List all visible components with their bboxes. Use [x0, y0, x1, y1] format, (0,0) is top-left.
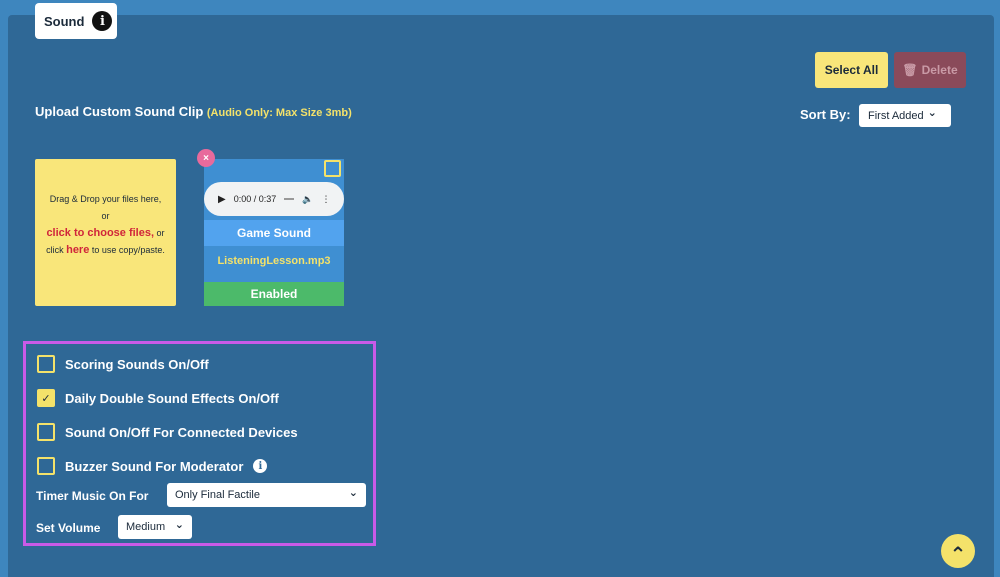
scroll-to-top-button[interactable]: ⌃ — [941, 534, 975, 568]
sort-selected-value: First Added — [868, 109, 924, 122]
info-icon[interactable]: i — [92, 11, 113, 31]
sound-card-name: Game Sound — [204, 220, 344, 246]
more-options-icon[interactable]: ⋮ — [321, 194, 330, 205]
timer-music-label: Timer Music On For — [36, 489, 149, 503]
chevron-down-icon: ⌄ — [348, 486, 358, 499]
upload-heading-text: Upload Custom Sound Clip — [35, 104, 204, 119]
sound-card-status[interactable]: Enabled — [204, 282, 344, 306]
dropzone-or: or — [154, 228, 165, 238]
dropzone-line2: or — [101, 211, 110, 221]
chevron-up-icon: ⌃ — [949, 543, 967, 566]
remove-sound-icon[interactable]: × — [197, 149, 215, 167]
option-label: Sound On/Off For Connected Devices — [65, 424, 298, 440]
option-scoring-sounds[interactable]: Scoring Sounds On/Off — [37, 355, 209, 373]
volume-value: Medium — [126, 521, 166, 533]
file-dropzone[interactable]: Drag & Drop your files here, or click to… — [35, 159, 176, 306]
option-label: Scoring Sounds On/Off — [65, 356, 209, 372]
checkbox-connected-devices[interactable] — [37, 423, 55, 441]
audio-time: 0:00 / 0:37 — [233, 194, 277, 204]
chevron-down-icon: ⌄ — [927, 107, 937, 119]
play-icon[interactable]: ▶ — [218, 194, 226, 205]
timer-music-value: Only Final Factile — [175, 489, 260, 501]
sort-label: Sort By: — [800, 107, 851, 122]
sort-select[interactable]: First Added ⌄ — [859, 104, 951, 127]
dropzone-line1: Drag & Drop your files here, — [49, 194, 162, 204]
paste-here-link[interactable]: here — [66, 244, 89, 256]
section-title-tab: Sound i — [35, 3, 117, 39]
sound-settings-box: Scoring Sounds On/Off ✓ Daily Double Sou… — [23, 341, 376, 546]
section-title: Sound — [44, 13, 85, 29]
upload-heading: Upload Custom Sound Clip (Audio Only: Ma… — [35, 104, 352, 119]
volume-select[interactable]: Medium ⌄ — [118, 515, 192, 539]
select-all-button[interactable]: Select All — [815, 52, 888, 88]
sound-card-checkbox[interactable] — [324, 160, 341, 177]
checkbox-daily-double[interactable]: ✓ — [37, 389, 55, 407]
audio-player[interactable]: ▶ 0:00 / 0:37 🔈 ⋮ — [204, 182, 344, 216]
option-label: Buzzer Sound For Moderator — [65, 458, 244, 474]
trash-icon: 🗑 — [902, 63, 918, 77]
checkbox-scoring-sounds[interactable] — [37, 355, 55, 373]
choose-files-link[interactable]: click to choose files, — [46, 227, 154, 239]
set-volume-label: Set Volume — [36, 521, 101, 535]
checkbox-buzzer-sound[interactable] — [37, 457, 55, 475]
info-icon[interactable]: i — [253, 459, 268, 473]
sound-card-filename: ListeningLesson.mp3 — [217, 255, 331, 267]
option-label: Daily Double Sound Effects On/Off — [65, 390, 279, 406]
dropzone-click-text: click — [46, 245, 67, 255]
audio-progress-bar[interactable] — [284, 198, 295, 200]
dropzone-tail: to use copy/paste. — [89, 245, 165, 255]
upload-size-note: (Audio Only: Max Size 3mb) — [206, 107, 352, 119]
timer-music-select[interactable]: Only Final Factile ⌄ — [167, 483, 366, 507]
option-connected-devices[interactable]: Sound On/Off For Connected Devices — [37, 423, 298, 441]
sound-card: ▶ 0:00 / 0:37 🔈 ⋮ Game Sound ListeningLe… — [204, 159, 344, 306]
option-buzzer-sound[interactable]: Buzzer Sound For Moderator i — [37, 457, 268, 475]
delete-label: Delete — [921, 63, 958, 77]
chevron-down-icon: ⌄ — [174, 518, 184, 531]
volume-icon[interactable]: 🔈 — [302, 194, 313, 205]
option-daily-double[interactable]: ✓ Daily Double Sound Effects On/Off — [37, 389, 279, 407]
delete-button[interactable]: 🗑 Delete — [894, 52, 966, 88]
